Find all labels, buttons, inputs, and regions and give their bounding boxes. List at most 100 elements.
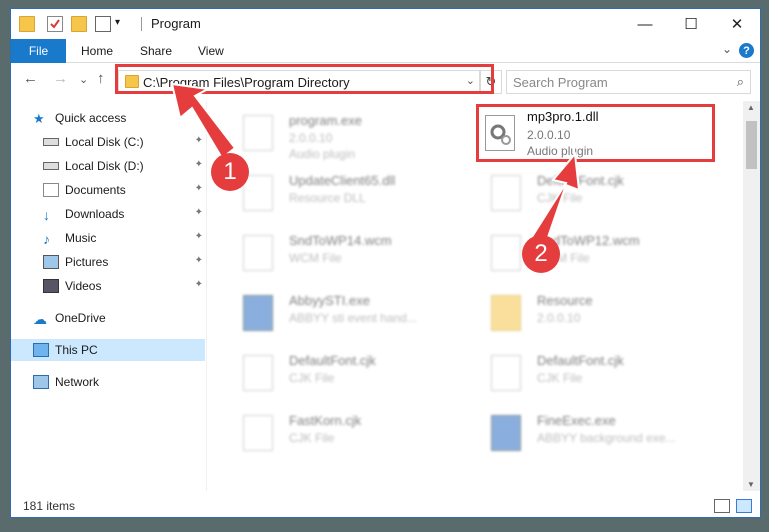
file-detail: CJK File [537, 371, 583, 385]
pin-icon[interactable]: ✦ [195, 183, 203, 194]
tab-file[interactable]: File [11, 39, 66, 63]
scroll-up-icon[interactable]: ▲ [747, 103, 755, 112]
sidebar-item-network[interactable]: Network [33, 371, 203, 393]
file-detail: WCM File [289, 251, 342, 265]
details-view-icon[interactable] [714, 499, 730, 513]
list-item[interactable]: SndToWP12.wcm WCM File [469, 227, 699, 283]
scrollbar-thumb[interactable] [746, 121, 757, 169]
file-name: DefaultFont.cjk [289, 353, 376, 368]
file-name: FineExec.exe [537, 413, 616, 428]
list-item[interactable]: FineExec.exe ABBYY background exe... [469, 407, 699, 463]
file-icon [491, 235, 521, 271]
sidebar-item-label: OneDrive [55, 311, 106, 325]
tab-share[interactable]: Share [140, 44, 172, 58]
list-item[interactable]: SndToWP14.wcm WCM File [221, 227, 451, 283]
customize-toolbar-icon[interactable]: ▾ [115, 17, 120, 28]
sidebar-item-local-disk-c[interactable]: Local Disk (C:) ✦ [43, 131, 203, 153]
pictures-icon [43, 255, 59, 269]
file-icon [491, 355, 521, 391]
close-button[interactable]: ✕ [714, 9, 760, 39]
item-count: 181 items [23, 499, 76, 513]
file-icon [491, 175, 521, 211]
sidebar-item-music[interactable]: ♪ Music ✦ [43, 227, 203, 249]
search-input[interactable]: Search Program ⌕ [506, 70, 751, 94]
sidebar-item-label: Local Disk (C:) [65, 135, 144, 149]
step-2-badge: 2 [522, 235, 560, 273]
collapse-ribbon-icon[interactable]: ⌄ [722, 42, 732, 56]
sidebar-item-label: This PC [55, 343, 98, 357]
file-icon [491, 415, 521, 451]
window-title: Program [151, 16, 201, 31]
new-folder-icon[interactable] [71, 16, 87, 32]
search-icon: ⌕ [736, 74, 744, 89]
list-item[interactable]: Resource 2.0.0.10 [469, 287, 699, 343]
file-detail: ABBYY sti event hand... [289, 311, 417, 325]
sidebar-item-this-pc[interactable]: This PC [11, 339, 205, 361]
vertical-scrollbar[interactable]: ▲ ▼ [743, 101, 760, 491]
sidebar-item-label: Downloads [65, 207, 125, 221]
file-detail: CJK File [537, 191, 583, 205]
file-name: Resource [537, 293, 593, 308]
file-detail: CJK File [289, 371, 335, 385]
sidebar-item-label: Music [65, 231, 97, 245]
folder-icon [19, 16, 35, 32]
sidebar-item-pictures[interactable]: Pictures ✦ [43, 251, 203, 273]
file-name: FastKorn.cjk [289, 413, 362, 428]
file-icon [243, 415, 273, 451]
quick-access-toolbar-icon[interactable] [95, 16, 111, 32]
sidebar-item-quick-access[interactable]: ★ Quick access [33, 107, 203, 129]
sidebar-item-label: Videos [65, 279, 102, 293]
pin-icon[interactable]: ✦ [195, 279, 203, 290]
minimize-button[interactable]: — [622, 9, 668, 39]
file-icon [243, 115, 273, 151]
downloads-icon: ↓ [43, 207, 50, 223]
list-item[interactable]: DefaultFont.cjk CJK File [221, 347, 451, 403]
list-item[interactable]: UpdateClient65.dll Resource DLL [221, 167, 451, 223]
large-icons-view-icon[interactable] [736, 499, 752, 513]
pin-icon[interactable]: ✦ [195, 207, 203, 218]
title-separator [141, 17, 142, 31]
pin-icon[interactable]: ✦ [195, 135, 203, 146]
cloud-icon: ☁ [33, 311, 47, 327]
file-name: UpdateClient65.dll [289, 173, 396, 188]
tab-home[interactable]: Home [81, 44, 113, 58]
list-item[interactable]: program.exe 2.0.0.10 Audio plugin [221, 107, 451, 163]
recent-locations-button[interactable]: ⌄ [79, 73, 88, 86]
list-item[interactable]: DefaultFont.cjk CJK File [469, 167, 699, 223]
pin-icon[interactable]: ✦ [195, 159, 203, 170]
sidebar-item-label: Local Disk (D:) [65, 159, 144, 173]
properties-icon[interactable] [47, 16, 63, 32]
videos-icon [43, 279, 59, 293]
sidebar-item-label: Network [55, 375, 100, 389]
file-name: program.exe [289, 113, 362, 128]
list-item[interactable]: AbbyySTI.exe ABBYY sti event hand... [221, 287, 451, 343]
forward-button[interactable]: → [53, 70, 68, 87]
pin-icon[interactable]: ✦ [195, 255, 203, 266]
sidebar-item-videos[interactable]: Videos ✦ [43, 275, 203, 297]
list-item[interactable]: DefaultFont.cjk CJK File [469, 347, 699, 403]
step-1-badge: 1 [211, 153, 249, 191]
file-highlight-box [476, 104, 715, 162]
up-button[interactable]: ↑ [97, 70, 105, 87]
scroll-down-icon[interactable]: ▼ [747, 480, 755, 489]
file-name: AbbyySTI.exe [289, 293, 370, 308]
network-icon [33, 375, 49, 389]
sidebar-item-downloads[interactable]: ↓ Downloads ✦ [43, 203, 203, 225]
maximize-button[interactable]: ☐ [668, 9, 714, 39]
file-icon [243, 175, 273, 211]
computer-icon [33, 343, 49, 357]
sidebar-item-local-disk-d[interactable]: Local Disk (D:) ✦ [43, 155, 203, 177]
list-item[interactable]: FastKorn.cjk CJK File [221, 407, 451, 463]
file-name: DefaultFont.cjk [537, 173, 624, 188]
back-button[interactable]: ← [23, 70, 38, 87]
pin-icon[interactable]: ✦ [195, 231, 203, 242]
sidebar-item-onedrive[interactable]: ☁ OneDrive [33, 307, 203, 329]
help-icon[interactable]: ? [739, 43, 754, 58]
sidebar-item-documents[interactable]: Documents ✦ [43, 179, 203, 201]
tab-view[interactable]: View [198, 44, 224, 58]
file-name: DefaultFont.cjk [537, 353, 624, 368]
drive-icon [43, 162, 59, 170]
file-detail: Resource DLL [289, 191, 366, 205]
navigation-pane: ★ Quick access Local Disk (C:) ✦ Local D… [11, 101, 207, 491]
sidebar-item-label: Pictures [65, 255, 109, 269]
